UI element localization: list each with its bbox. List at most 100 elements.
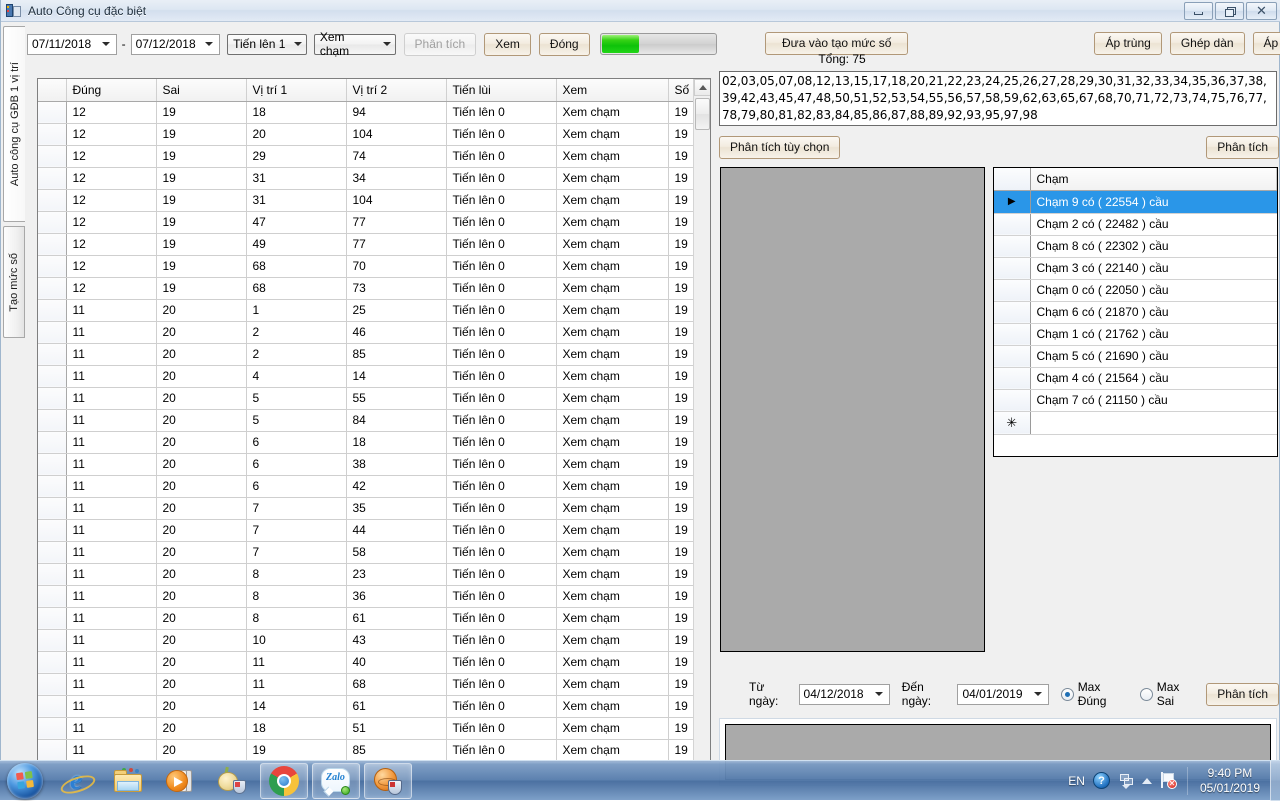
row-header-cell[interactable] [38,409,66,431]
table-cell[interactable]: 19 [156,255,246,277]
table-cell[interactable]: 11 [66,343,156,365]
table-row[interactable]: 12196870Tiến lên 0Xem chạm19 [38,255,711,277]
cham-cell[interactable]: Chạm 2 có ( 22482 ) cầu [1030,213,1277,235]
current-row-marker[interactable]: ▶ [994,190,1030,213]
table-cell[interactable]: 8 [246,563,346,585]
table-cell[interactable]: 35 [346,497,446,519]
row-header-cell[interactable] [38,145,66,167]
table-cell[interactable]: Xem chạm [556,277,668,299]
table-cell[interactable]: Xem chạm [556,673,668,695]
table-cell[interactable]: Tiến lên 0 [446,607,556,629]
table-cell[interactable]: Tiến lên 0 [446,277,556,299]
row-header-cell[interactable] [38,453,66,475]
table-cell[interactable]: 51 [346,717,446,739]
table-cell[interactable]: 58 [346,541,446,563]
sidebar-tab-auto-gdb[interactable]: Auto công cụ GĐB 1 vị trí [3,26,25,222]
table-cell[interactable]: 11 [66,563,156,585]
table-row[interactable]: 1120125Tiến lên 0Xem chạm19 [38,299,711,321]
table-cell[interactable]: 11 [66,673,156,695]
table-cell[interactable]: Xem chạm [556,167,668,189]
table-cell[interactable]: Xem chạm [556,299,668,321]
table-row[interactable]: 1120584Tiến lên 0Xem chạm19 [38,409,711,431]
table-cell[interactable]: 20 [156,563,246,585]
table-row[interactable]: 121931104Tiến lên 0Xem chạm19 [38,189,711,211]
table-cell[interactable]: 6 [246,475,346,497]
table-cell[interactable]: 23 [346,563,446,585]
table-cell[interactable]: 20 [156,607,246,629]
table-cell[interactable]: 11 [66,695,156,717]
table-cell[interactable]: Xem chạm [556,431,668,453]
table-cell[interactable]: 77 [346,233,446,255]
table-cell[interactable]: 6 [246,453,346,475]
table-row[interactable]: 12191894Tiến lên 0Xem chạm19 [38,101,711,123]
analyze-button[interactable]: Phân tích [404,33,477,56]
table-row[interactable]: 1120735Tiến lên 0Xem chạm19 [38,497,711,519]
table-cell[interactable]: 18 [346,431,446,453]
table-cell[interactable]: 11 [66,585,156,607]
table-row[interactable]: 1120836Tiến lên 0Xem chạm19 [38,585,711,607]
table-cell[interactable]: 19 [246,739,346,761]
table-cell[interactable]: Xem chạm [556,387,668,409]
table-cell[interactable]: 12 [66,101,156,123]
table-cell[interactable]: Tiến lên 0 [446,541,556,563]
table-cell[interactable]: 34 [346,167,446,189]
table-cell[interactable]: Xem chạm [556,717,668,739]
close-button[interactable]: ✕ [1246,2,1277,20]
taskbar-internet-explorer[interactable] [52,763,100,799]
to-date-picker[interactable]: 04/01/2019 [957,684,1048,705]
cham-cell[interactable]: Chạm 3 có ( 22140 ) cầu [1030,257,1277,279]
column-header-cham[interactable]: Chạm [1030,168,1277,190]
table-row[interactable]: 11201461Tiến lên 0Xem chạm19 [38,695,711,717]
table-cell[interactable]: Tiến lên 0 [446,585,556,607]
table-cell[interactable]: 4 [246,365,346,387]
table-cell[interactable]: 11 [66,453,156,475]
table-cell[interactable]: 19 [156,211,246,233]
table-cell[interactable]: Tiến lên 0 [446,409,556,431]
table-cell[interactable]: Xem chạm [556,321,668,343]
cham-row-header-cell[interactable] [994,257,1030,279]
table-cell[interactable]: 20 [156,343,246,365]
network-tray-icon[interactable] [1118,773,1134,789]
table-cell[interactable]: 11 [66,497,156,519]
row-header-cell[interactable] [38,189,66,211]
table-cell[interactable]: 42 [346,475,446,497]
table-row[interactable]: 1120555Tiến lên 0Xem chạm19 [38,387,711,409]
table-cell[interactable]: 12 [66,255,156,277]
cham-new-row[interactable]: ✳ [994,411,1277,434]
table-cell[interactable]: Xem chạm [556,365,668,387]
cham-cell[interactable]: Chạm 5 có ( 21690 ) cầu [1030,345,1277,367]
table-cell[interactable]: Tiến lên 0 [446,475,556,497]
table-cell[interactable]: 85 [346,739,446,761]
table-cell[interactable]: 47 [246,211,346,233]
table-cell[interactable]: Xem chạm [556,211,668,233]
row-header-cell[interactable] [38,299,66,321]
table-cell[interactable]: 12 [66,233,156,255]
table-cell[interactable]: 68 [346,673,446,695]
cham-row-header-cell[interactable] [994,213,1030,235]
close-form-button[interactable]: Đóng [539,33,590,56]
table-cell[interactable]: 20 [156,541,246,563]
table-cell[interactable]: 20 [156,475,246,497]
table-cell[interactable]: Tiến lên 0 [446,321,556,343]
table-cell[interactable]: Tiến lên 0 [446,431,556,453]
table-cell[interactable]: 44 [346,519,446,541]
table-cell[interactable]: Xem chạm [556,453,668,475]
table-cell[interactable]: 104 [346,123,446,145]
table-row[interactable]: 1120638Tiến lên 0Xem chạm19 [38,453,711,475]
column-header-xem[interactable]: Xem [556,79,668,101]
table-cell[interactable]: Tiến lên 0 [446,101,556,123]
table-cell[interactable]: 20 [156,695,246,717]
custom-analyze-button[interactable]: Phân tích tùy chọn [719,136,840,159]
bottom-analyze-button[interactable]: Phân tích [1206,683,1279,706]
table-row[interactable]: 11201985Tiến lên 0Xem chạm19 [38,739,711,761]
table-cell[interactable]: 11 [66,365,156,387]
table-row[interactable]: 1120861Tiến lên 0Xem chạm19 [38,607,711,629]
action-center-flag-icon[interactable]: ✕ [1160,772,1177,789]
table-cell[interactable]: Tiến lên 0 [446,233,556,255]
row-header-cell[interactable] [38,343,66,365]
table-cell[interactable]: 12 [66,277,156,299]
start-button[interactable] [2,762,48,800]
table-row[interactable]: 11201140Tiến lên 0Xem chạm19 [38,651,711,673]
table-cell[interactable]: Tiến lên 0 [446,739,556,761]
table-row[interactable]: 11201168Tiến lên 0Xem chạm19 [38,673,711,695]
